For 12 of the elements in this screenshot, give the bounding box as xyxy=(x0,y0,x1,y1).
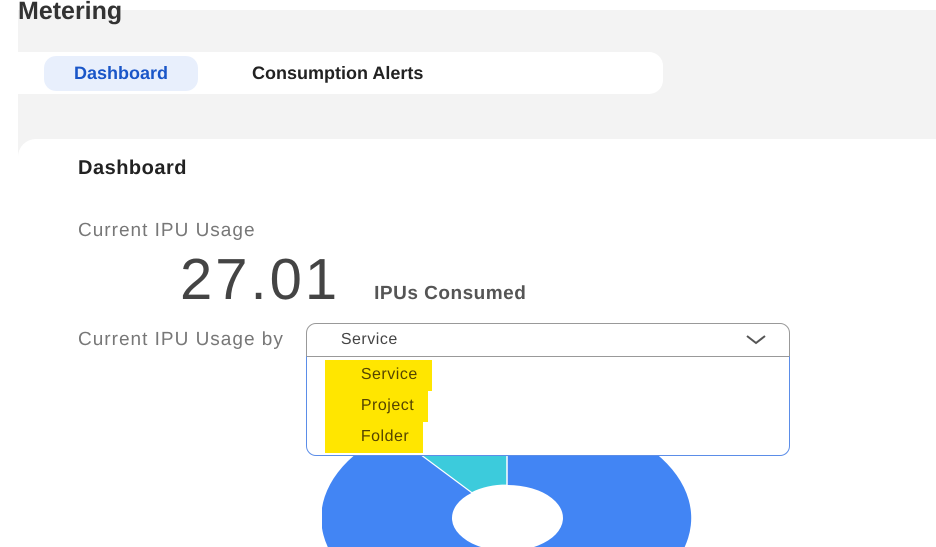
dropdown-option[interactable]: Project xyxy=(324,391,428,422)
dropdown-option[interactable]: Folder xyxy=(324,422,424,453)
tab[interactable]: Consumption Alerts xyxy=(222,56,454,90)
usage-unit: IPUs Consumed xyxy=(374,283,526,305)
chevron-down-icon xyxy=(744,334,767,346)
usage-value: 27.01 xyxy=(180,246,340,313)
card-title: Dashboard xyxy=(78,157,188,180)
tab[interactable]: Dashboard xyxy=(44,56,198,90)
dropdown-option[interactable]: Service xyxy=(324,360,432,391)
usage-label: Current IPU Usage xyxy=(78,220,257,242)
group-by-dropdown[interactable]: Service xyxy=(306,323,790,357)
group-by-label: Current IPU Usage by xyxy=(78,328,284,351)
